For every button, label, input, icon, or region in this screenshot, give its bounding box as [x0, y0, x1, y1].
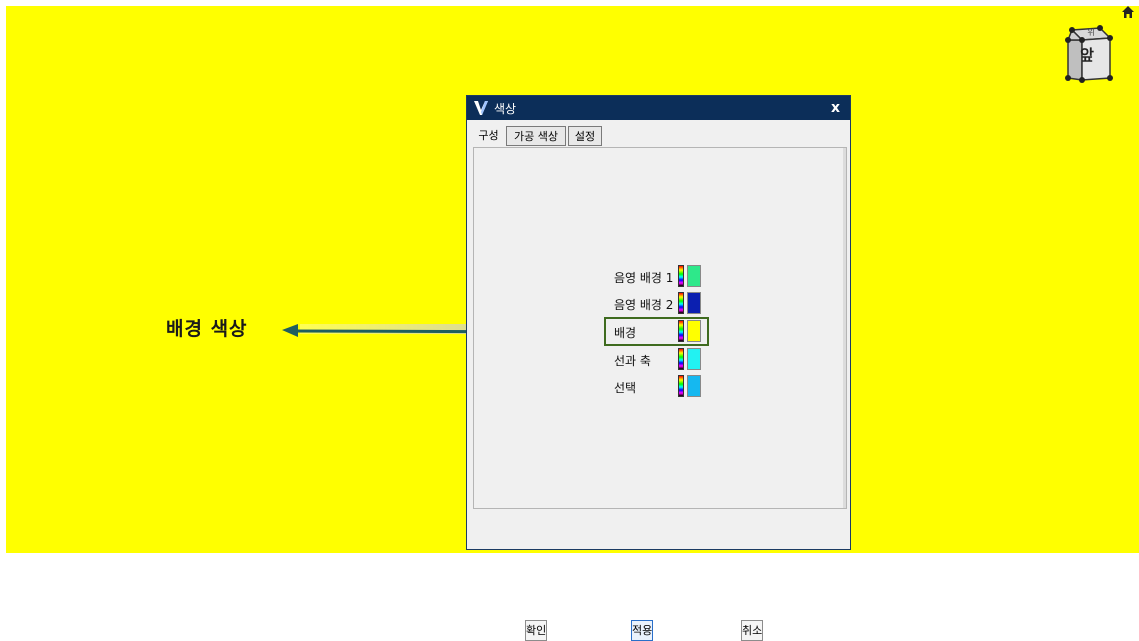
- color-row-label: 선택: [614, 381, 637, 395]
- color-row-label: 선과 축: [614, 354, 651, 368]
- ok-button-label: 확인: [526, 624, 547, 637]
- ok-button[interactable]: 확인: [525, 620, 548, 641]
- color-swatch[interactable]: [687, 265, 701, 287]
- color-swatch[interactable]: [687, 375, 701, 397]
- app-logo-icon: [474, 101, 488, 115]
- dialog-title-bar[interactable]: 색상 x: [467, 96, 850, 120]
- close-button[interactable]: x: [831, 98, 840, 118]
- view-cube-top-label: 위: [1087, 28, 1095, 37]
- home-icon[interactable]: [1121, 5, 1135, 19]
- color-picker-icon[interactable]: [678, 375, 684, 397]
- apply-button-label: 적용: [632, 624, 653, 637]
- tab-machining-color[interactable]: 가공 색상: [506, 126, 566, 146]
- color-row-label: 음영 배경 2: [614, 298, 674, 312]
- color-picker-icon[interactable]: [678, 348, 684, 370]
- cancel-button-label: 취소: [742, 624, 763, 637]
- tab-settings[interactable]: 설정: [568, 126, 602, 146]
- view-cube-front-label: 앞: [1080, 46, 1094, 64]
- color-swatch[interactable]: [687, 348, 701, 370]
- tab-composition[interactable]: 구성: [472, 126, 505, 146]
- highlight-box: [604, 317, 709, 346]
- color-row-label: 음영 배경 1: [614, 271, 674, 285]
- apply-button[interactable]: 적용: [631, 620, 654, 641]
- color-picker-icon[interactable]: [678, 265, 684, 287]
- color-picker-icon[interactable]: [678, 292, 684, 314]
- annotation-label: 배경 색상: [166, 318, 248, 340]
- cancel-button[interactable]: 취소: [741, 620, 764, 641]
- color-swatch[interactable]: [687, 292, 701, 314]
- dialog-title: 색상: [494, 102, 517, 116]
